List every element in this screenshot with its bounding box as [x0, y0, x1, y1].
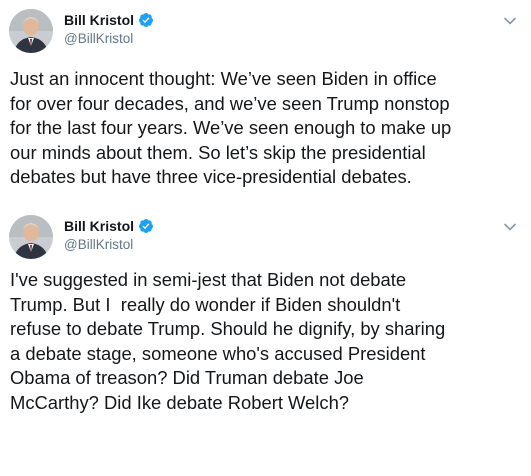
- display-name[interactable]: Bill Kristol: [64, 218, 134, 234]
- tweet-text: I've suggested in semi-jest that Biden n…: [10, 269, 446, 413]
- display-name[interactable]: Bill Kristol: [64, 12, 134, 28]
- avatar-image: [9, 9, 53, 53]
- author-name-row[interactable]: Bill Kristol: [64, 217, 154, 235]
- tweet: Bill Kristol @BillKristol I've suggested…: [0, 206, 531, 476]
- avatar-image: [9, 215, 53, 259]
- verified-badge-icon: [138, 218, 154, 234]
- verified-badge-icon: [138, 12, 154, 28]
- tweet-text: Just an innocent thought: We’ve seen Bid…: [10, 68, 452, 187]
- author-name-row[interactable]: Bill Kristol: [64, 11, 154, 29]
- author-handle[interactable]: @BillKristol: [64, 31, 133, 46]
- avatar[interactable]: [9, 9, 53, 53]
- chevron-down-icon[interactable]: [503, 219, 517, 231]
- tweet: Bill Kristol @BillKristol Just an innoce…: [0, 0, 531, 206]
- avatar[interactable]: [9, 215, 53, 259]
- author-handle[interactable]: @BillKristol: [64, 237, 133, 252]
- chevron-down-icon[interactable]: [503, 13, 517, 25]
